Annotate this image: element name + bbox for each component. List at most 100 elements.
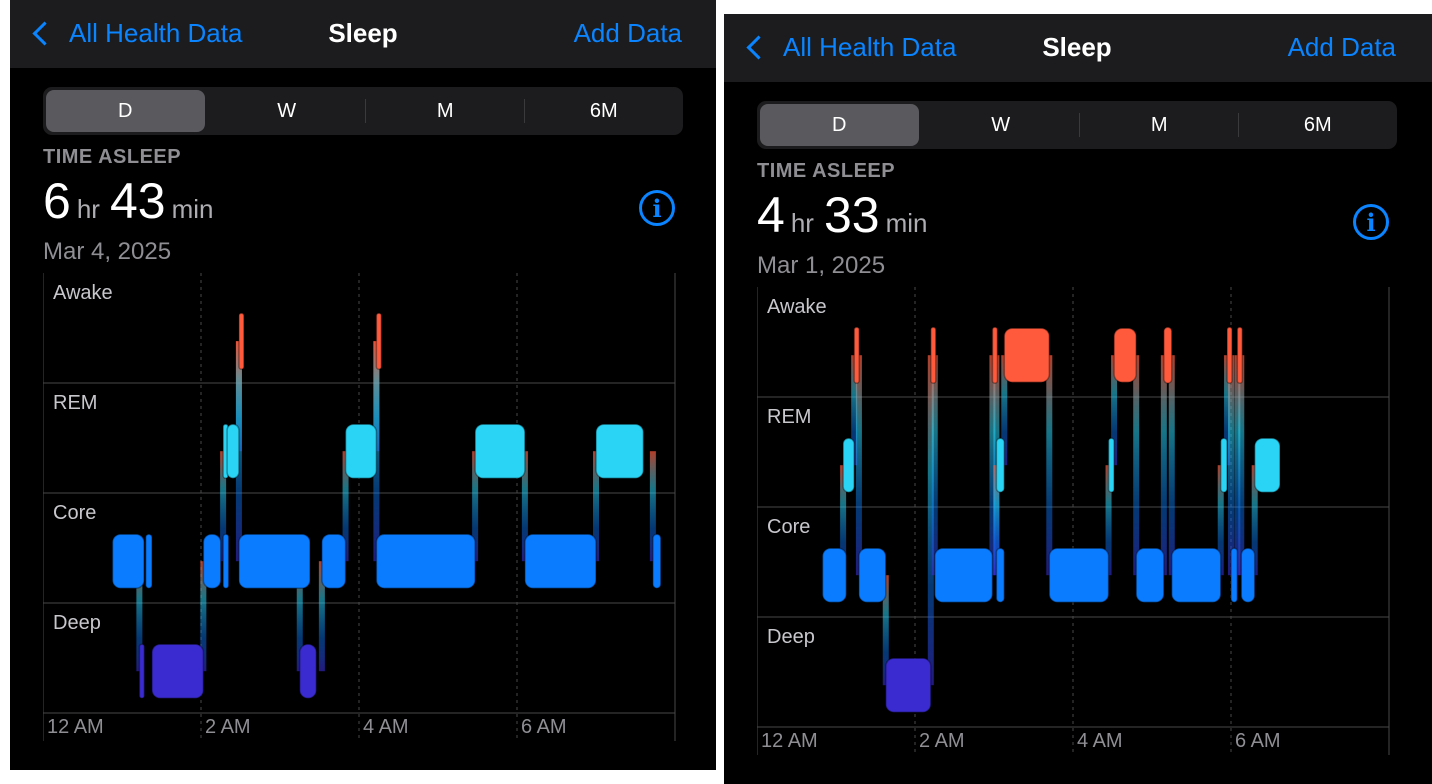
stage-label: REM [53, 392, 97, 414]
nav-title: Sleep [1042, 32, 1112, 62]
nav-bar: All Health Data Sleep Add Data [10, 0, 716, 68]
sleep-stage-block-rem [1107, 437, 1115, 493]
sleep-stage-block-rem [595, 423, 645, 479]
segment-week[interactable]: W [208, 87, 366, 135]
sleep-date: Mar 4, 2025 [43, 238, 172, 265]
back-label: All Health Data [783, 32, 957, 62]
sleep-stage-block-awake [1003, 327, 1051, 383]
time-tick-label: 12 AM [761, 730, 818, 752]
time-asleep-label: TIME ASLEEP [43, 146, 182, 168]
sleep-stage-block-awake [1163, 326, 1173, 384]
hours-unit: hr [76, 194, 100, 224]
sleep-stage-block-core [111, 533, 145, 589]
sleep-stage-block-core [1048, 547, 1110, 603]
sleep-stage-block-core [652, 533, 662, 589]
stage-label: Awake [767, 296, 827, 318]
time-tick-label: 4 AM [363, 716, 409, 738]
sleep-stage-block-awake [853, 326, 860, 384]
sleep-date: Mar 1, 2025 [757, 252, 886, 279]
minutes-unit: min [171, 194, 214, 224]
sleep-stage-block-core [1171, 547, 1222, 603]
sleep-stage-block-core [934, 547, 994, 603]
sleep-stage-block-awake [1236, 326, 1244, 384]
period-segmented-control: D W M 6M [757, 101, 1397, 149]
hours-value: 6 [43, 173, 71, 229]
nav-bar: All Health Data Sleep Add Data [724, 14, 1432, 82]
sleep-stage-block-core [144, 533, 153, 589]
time-tick-label: 6 AM [1235, 730, 1281, 752]
add-data-button[interactable]: Add Data [574, 18, 682, 49]
sleep-stage-block-awake [238, 312, 245, 370]
segment-six-month[interactable]: 6M [525, 87, 684, 135]
sleep-stage-block-rem [474, 423, 526, 479]
chevron-left-icon [32, 21, 57, 46]
sleep-panel-right: All Health Data Sleep Add Data D W M 6M … [724, 14, 1432, 784]
stage-transition-connector [1160, 355, 1167, 576]
minutes-value: 33 [823, 187, 880, 243]
segment-month[interactable]: M [1080, 101, 1239, 149]
sleep-stage-block-deep [885, 657, 932, 713]
segment-week[interactable]: W [922, 101, 1080, 149]
stage-transition-connector [1238, 355, 1245, 576]
time-tick-label: 6 AM [521, 716, 567, 738]
time-asleep-value: 6 hr 43 min [43, 172, 223, 230]
back-button[interactable]: All Health Data [744, 32, 956, 63]
sleep-stage-block-awake [375, 312, 383, 370]
sleep-stage-block-core [375, 533, 476, 589]
time-tick-label: 2 AM [919, 730, 965, 752]
chevron-left-icon [746, 35, 771, 60]
time-tick-label: 4 AM [1077, 730, 1123, 752]
sleep-stage-block-core [524, 533, 597, 589]
sleep-stage-block-deep [151, 643, 205, 699]
sleep-stage-block-deep [299, 643, 318, 699]
time-asleep-label: TIME ASLEEP [757, 160, 896, 182]
sleep-stage-block-core [1240, 547, 1256, 603]
time-tick-label: 12 AM [47, 716, 104, 738]
stage-label: Deep [767, 626, 815, 648]
stage-transition-connector [1168, 355, 1175, 576]
sleep-stage-block-core [202, 533, 222, 589]
sleep-stage-block-core [1135, 547, 1165, 603]
minutes-unit: min [885, 208, 928, 238]
sleep-stage-block-core [995, 547, 1006, 603]
sleep-stage-block-rem [995, 437, 1006, 493]
sleep-stage-block-core [821, 547, 848, 603]
sleep-stage-block-awake [930, 326, 937, 384]
segment-six-month[interactable]: 6M [1239, 101, 1398, 149]
back-label: All Health Data [69, 18, 243, 48]
sleep-panel-left: All Health Data Sleep Add Data D W M 6M … [10, 0, 716, 770]
sleep-stage-block-awake [1113, 327, 1137, 383]
stage-label: Awake [53, 282, 113, 304]
hours-value: 4 [757, 187, 785, 243]
sleep-stage-chart: Awake REM Core Deep 12 AM 2 AM 4 AM 6 AM [757, 287, 1390, 755]
stage-transition-connector [931, 355, 938, 576]
stage-label: Deep [53, 612, 101, 634]
minutes-value: 43 [109, 173, 166, 229]
segment-month[interactable]: M [366, 87, 525, 135]
stage-label: REM [767, 406, 811, 428]
time-asleep-value: 4 hr 33 min [757, 186, 937, 244]
sleep-stage-block-rem [344, 423, 378, 479]
sleep-stage-block-rem [842, 437, 855, 493]
sleep-stage-block-core [238, 533, 311, 589]
sleep-stage-block-awake [1226, 326, 1233, 384]
info-icon[interactable]: i [639, 190, 675, 226]
sleep-stage-chart: Awake REM Core Deep 12 AM 2 AM 4 AM 6 AM [43, 273, 676, 741]
back-button[interactable]: All Health Data [30, 18, 242, 49]
sleep-stage-block-core [1230, 547, 1239, 603]
sleep-stage-block-rem [1219, 437, 1228, 493]
time-tick-label: 2 AM [205, 716, 251, 738]
stage-transition-connector [855, 355, 862, 576]
segment-day[interactable]: D [46, 90, 205, 132]
add-data-button[interactable]: Add Data [1288, 32, 1396, 63]
segment-day[interactable]: D [760, 104, 919, 146]
stage-label: Core [53, 502, 96, 524]
stage-transition-connector [1046, 355, 1053, 576]
hours-unit: hr [790, 208, 814, 238]
sleep-stage-block-rem [226, 423, 240, 479]
info-icon[interactable]: i [1353, 204, 1389, 240]
stage-label: Core [767, 516, 810, 538]
sleep-stage-block-awake [991, 326, 999, 384]
stage-transition-connector [1133, 355, 1140, 576]
sleep-stage-block-core [222, 533, 230, 589]
